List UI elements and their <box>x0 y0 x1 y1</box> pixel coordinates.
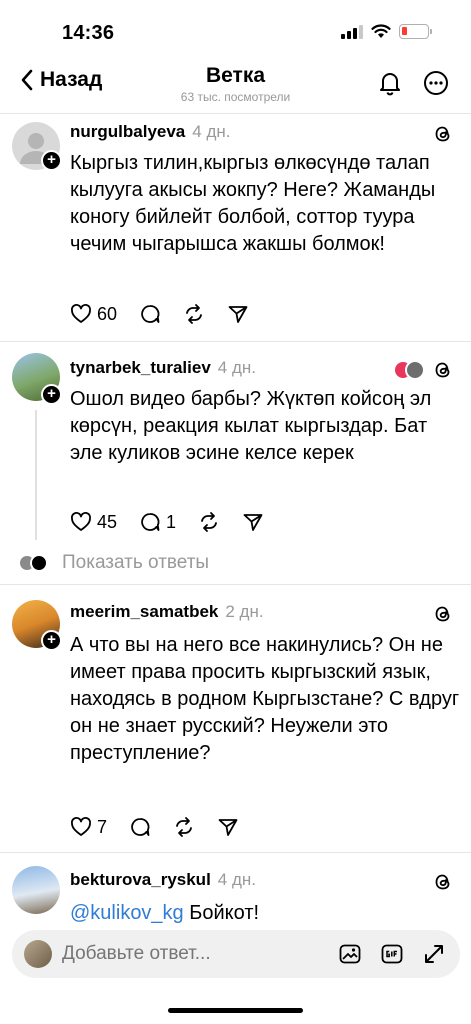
comment-icon <box>131 818 150 836</box>
thread-line <box>35 410 37 540</box>
repost-icon <box>186 304 202 324</box>
nav-bar: Назад Ветка 63 тыс. посмотрели <box>0 60 471 112</box>
divider <box>0 113 471 114</box>
post-text: Кыргыз тилин,кыргыз өлкөсүндө талап кылу… <box>70 152 436 255</box>
like-button[interactable]: 45 <box>70 511 117 533</box>
follow-plus-icon[interactable]: + <box>41 384 62 405</box>
comment-icon <box>141 513 160 531</box>
like-button[interactable]: 7 <box>70 816 107 838</box>
home-indicator <box>168 1008 303 1013</box>
reply-tools <box>338 942 446 966</box>
mention-link[interactable]: @kulikov_kg <box>70 902 184 924</box>
expand-icon[interactable] <box>422 942 446 966</box>
divider <box>0 584 471 585</box>
reply-button[interactable] <box>129 816 151 838</box>
reply-input[interactable] <box>62 943 307 965</box>
avatar[interactable] <box>12 866 60 914</box>
reaction-badges <box>393 360 425 380</box>
threads-icon <box>435 126 450 142</box>
post-time: 4 дн. <box>217 358 257 377</box>
repost-button[interactable] <box>198 511 220 533</box>
heart-icon <box>71 304 91 323</box>
status-bar: 14:36 <box>0 0 471 60</box>
username[interactable]: tynarbek_turaliev <box>70 358 211 378</box>
cellular-signal-icon <box>341 24 363 39</box>
threads-icon <box>435 874 450 890</box>
reply-button[interactable] <box>139 303 161 325</box>
repost-button[interactable] <box>173 816 195 838</box>
reply-count: 1 <box>166 511 177 532</box>
reply-button[interactable]: 1 <box>139 511 176 533</box>
reply-avatars <box>18 554 52 572</box>
comment-icon <box>141 305 160 323</box>
share-button[interactable] <box>217 816 239 838</box>
post-header: bekturova_ryskul 4 дн. <box>70 870 256 890</box>
divider <box>0 852 471 853</box>
like-button[interactable]: 60 <box>70 303 117 325</box>
post-body: Бойкот! <box>189 902 260 924</box>
post-text: @kulikov_kg Бойкот! <box>70 900 460 927</box>
follow-plus-icon[interactable]: + <box>41 150 62 171</box>
gif-icon[interactable] <box>380 942 404 966</box>
send-icon <box>243 514 263 531</box>
send-icon <box>218 819 238 836</box>
username[interactable]: bekturova_ryskul <box>70 870 211 890</box>
reply-bar <box>12 930 460 978</box>
post-text: Ошол видео барбы? Жүктөп койсоң эл көрсү… <box>70 388 432 464</box>
send-icon <box>228 306 248 323</box>
like-count: 7 <box>97 816 108 837</box>
heart-icon <box>71 817 91 836</box>
battery-icon <box>399 24 432 39</box>
threads-icon <box>435 362 450 378</box>
repost-icon <box>201 512 217 532</box>
image-icon[interactable] <box>338 942 362 966</box>
repost-icon <box>176 817 192 837</box>
post-text: А что вы на него все накинулись? Он не и… <box>70 634 460 764</box>
post-time: 4 дн. <box>192 122 231 141</box>
username[interactable]: nurgulbalyeva <box>70 122 185 142</box>
post-header: tynarbek_turaliev 4 дн. <box>70 358 256 378</box>
post-time: 4 дн. <box>217 870 257 889</box>
follow-plus-icon[interactable]: + <box>41 630 62 651</box>
reply-avatar <box>30 554 48 572</box>
show-replies-label: Показать ответы <box>62 552 210 573</box>
threads-icon <box>435 606 450 622</box>
username[interactable]: meerim_samatbek <box>70 602 218 622</box>
wifi-icon <box>371 24 391 38</box>
bell-icon[interactable] <box>377 70 403 96</box>
post-actions: 45 1 <box>70 511 264 533</box>
post-actions: 7 <box>70 816 239 838</box>
divider <box>0 341 471 342</box>
like-count: 60 <box>97 303 118 324</box>
more-icon[interactable] <box>423 70 449 96</box>
status-icons <box>341 24 432 39</box>
post-header: nurgulbalyeva 4 дн. <box>70 122 230 142</box>
my-avatar <box>24 940 52 968</box>
repost-button[interactable] <box>183 303 205 325</box>
heart-icon <box>71 512 91 531</box>
show-replies-button[interactable]: Показать ответы <box>18 552 209 574</box>
nav-actions <box>377 70 449 96</box>
status-time: 14:36 <box>62 22 115 44</box>
share-button[interactable] <box>242 511 264 533</box>
share-button[interactable] <box>227 303 249 325</box>
reactor-avatar <box>405 360 425 380</box>
post-header: meerim_samatbek 2 дн. <box>70 602 264 622</box>
post-time: 2 дн. <box>225 602 264 621</box>
like-count: 45 <box>97 511 118 532</box>
post-actions: 60 <box>70 303 249 325</box>
